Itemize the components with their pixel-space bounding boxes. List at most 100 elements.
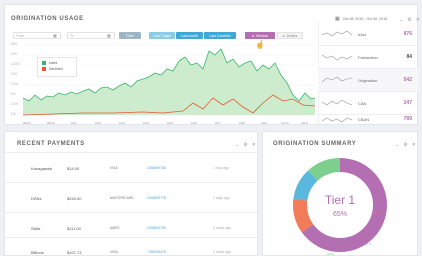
metric-value: 876: [403, 31, 412, 37]
dollars-toggle[interactable]: ● Dollars: [277, 32, 303, 39]
x-tick: 10/11: [301, 121, 309, 125]
donut-label-tier-4: Tier 4: [373, 210, 381, 214]
metric-row[interactable]: eAct 876: [318, 23, 418, 46]
last-7-days-button[interactable]: Last 7 days: [149, 32, 175, 39]
donut-center-value: 65%: [333, 211, 347, 218]
close-icon[interactable]: ✕: [412, 142, 416, 148]
window-toggle[interactable]: ● Window: [245, 32, 275, 39]
metric-row[interactable]: CBAN 789: [318, 115, 418, 125]
y-tick: 5 K: [11, 92, 16, 96]
transaction-id-link[interactable]: 7456756476: [147, 250, 166, 254]
x-tick: 09/29: [23, 121, 31, 125]
metric-name: CAN: [358, 101, 367, 106]
card-type: AMEX: [110, 226, 120, 230]
x-tick: 10/9: [261, 121, 267, 125]
x-tick: 10/10: [281, 121, 289, 125]
y-tick: 25 K: [11, 42, 18, 46]
transaction-id-link[interactable]: 2345609783: [147, 166, 166, 170]
toggle-dot-icon: ●: [251, 33, 254, 38]
metric-value: 542: [403, 77, 412, 83]
metric-name: Fastmotion: [358, 55, 378, 60]
metric-name: CBAN: [358, 117, 370, 122]
sparkline: [322, 54, 352, 61]
legend-swatch: [42, 61, 46, 65]
toggle-dot-icon: ●: [282, 33, 285, 38]
calendar-icon[interactable]: ▦: [107, 33, 111, 38]
panel-controls: ⌄ ⚙ ✕: [235, 142, 256, 148]
y-tick: 12.5 K: [11, 62, 21, 66]
metric-row[interactable]: Origination 542: [318, 69, 418, 92]
card-type: MASTERCARD: [110, 196, 134, 200]
card-type: VISA: [110, 166, 118, 170]
metric-row[interactable]: Fastmotion 84: [318, 46, 418, 69]
table-row[interactable]: Billtonk $107.73 VISA 7456756476 3 hours…: [5, 237, 257, 256]
date-range[interactable]: ▦ Oct 08, 2015 - Oct 06, 2015: [335, 16, 387, 22]
transaction-id-link[interactable]: 2345609778: [147, 196, 166, 200]
card-type: VISA: [110, 250, 118, 254]
payment-amount: $14.00: [67, 166, 80, 171]
chart-legend: Used Declined: [37, 57, 77, 77]
metric-value: 84: [406, 54, 412, 60]
x-tick: 10/6: [191, 121, 197, 125]
last-3-months-button[interactable]: Last 3 months: [204, 32, 236, 39]
calendar-icon: ▦: [335, 16, 340, 22]
x-tick: 09/30: [47, 121, 55, 125]
payment-amount: $107.73: [67, 250, 82, 255]
chevron-down-icon[interactable]: ⌄: [395, 142, 399, 148]
tier-donut-chart: Tier 1 65%: [293, 158, 387, 252]
x-tick: 10/8: [239, 121, 245, 125]
payment-amount: $111.00: [67, 226, 81, 231]
x-tick: 10/7: [215, 121, 221, 125]
payment-amount: $243.00: [67, 196, 82, 201]
usage-chart: [23, 44, 315, 116]
payment-time: 1 hour ago: [213, 166, 230, 170]
payment-time: 3 hours ago: [213, 250, 231, 254]
filter-button[interactable]: Filter: [119, 32, 141, 39]
metric-value: 789: [403, 116, 412, 122]
calendar-icon[interactable]: ▦: [53, 33, 57, 38]
metric-name: eAct: [358, 32, 367, 37]
close-icon[interactable]: ✕: [252, 142, 256, 148]
donut-label-tier-3: Tier 3: [363, 242, 371, 246]
x-tick: 10/4: [143, 121, 149, 125]
payment-time: 3 hours ago: [213, 226, 231, 230]
y-tick: 2.5 K: [11, 102, 19, 106]
sparkline: [322, 117, 352, 123]
sparkline: [322, 99, 352, 106]
x-tick: 10/5: [167, 121, 173, 125]
y-tick: 15 K: [11, 52, 18, 56]
table-row[interactable]: DSNs $243.00 MASTERCARD 2345609778 2 day…: [5, 182, 257, 212]
legend-label-declined: Declined: [49, 67, 63, 71]
y-tick: 0 K: [11, 112, 16, 116]
payments-title: RECENT PAYMENTS: [17, 141, 85, 147]
chevron-down-icon[interactable]: ⌄: [235, 142, 239, 148]
legend-label-used: Used: [49, 61, 58, 65]
legend-swatch: [42, 67, 46, 71]
summary-title: ORIGINATION SUMMARY: [273, 141, 357, 147]
y-tick: 10 K: [11, 72, 18, 76]
x-tick: 10/3: [119, 121, 125, 125]
last-month-button[interactable]: Last month: [176, 32, 203, 39]
sparkline: [322, 30, 352, 37]
y-tick: 7.5 K: [11, 82, 19, 86]
metric-value: 247: [403, 100, 412, 106]
payment-time: 2 days ago: [213, 196, 230, 200]
payer-name: Kanagaweb: [31, 166, 53, 171]
donut-label-other: Other: [327, 252, 335, 256]
donut-center-title: Tier 1: [325, 193, 356, 207]
sparkline: [322, 76, 352, 83]
origination-summary-panel: ORIGINATION SUMMARY ⌄ ⚙ ✕ Tier 1 65% Tie…: [262, 131, 418, 256]
gear-icon[interactable]: ⚙: [243, 142, 247, 148]
x-tick: 10/1: [71, 121, 77, 125]
metric-row[interactable]: CAN 247: [318, 92, 418, 115]
gear-icon[interactable]: ⚙: [403, 142, 407, 148]
payer-name: DSNs: [31, 196, 42, 201]
panel-controls: ⌄ ⚙ ✕: [395, 142, 416, 148]
x-tick: 10/2: [95, 121, 101, 125]
recent-payments-panel: RECENT PAYMENTS ⌄ ⚙ ✕ Kanagaweb $14.00 V…: [4, 131, 258, 256]
table-row[interactable]: Kanagaweb $14.00 VISA 2345609783 1 hour …: [5, 152, 257, 182]
usage-title: ORIGINATION USAGE: [11, 16, 84, 22]
payer-name: Billtonk: [31, 250, 44, 255]
transaction-id-link[interactable]: 2345609765: [147, 226, 166, 230]
metric-name: Origination: [358, 78, 378, 83]
